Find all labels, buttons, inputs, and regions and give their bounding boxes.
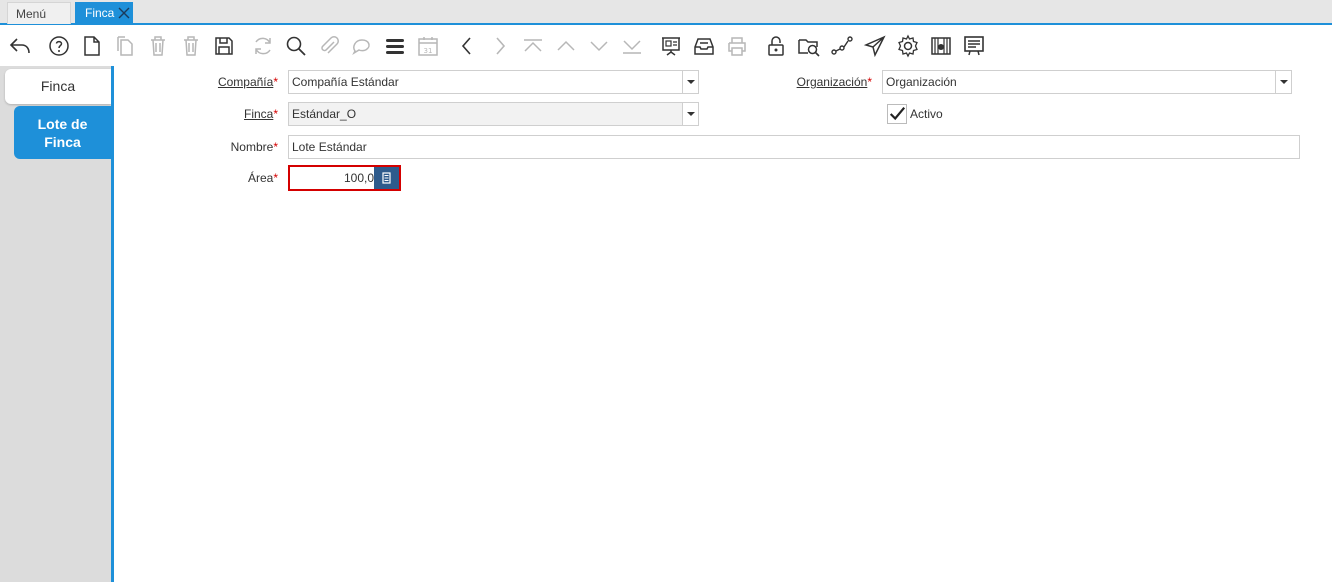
svg-text:31: 31	[424, 47, 433, 55]
required-marker: *	[273, 107, 278, 121]
tab-menu[interactable]: Menú (9)	[7, 2, 71, 43]
lock-icon[interactable]	[763, 33, 789, 59]
active-label: Activo	[910, 107, 943, 121]
delete-selection-icon[interactable]	[178, 33, 204, 59]
name-label-text: Nombre	[230, 140, 274, 154]
print-icon[interactable]	[724, 33, 750, 59]
detail-tab-panel: Finca Lote de Finca	[0, 66, 111, 582]
save-icon[interactable]	[211, 33, 237, 59]
name-value: Lote Estándar	[292, 140, 367, 154]
active-checkbox[interactable]	[887, 104, 907, 124]
required-marker: *	[867, 75, 872, 89]
area-label-text: Área	[247, 171, 274, 185]
company-field[interactable]: Compañía Estándar	[288, 70, 699, 94]
side-tab-lote-line1: Lote de	[37, 116, 88, 132]
chat-icon[interactable]	[349, 33, 375, 59]
process-icon[interactable]	[895, 33, 921, 59]
app-window: Menú (9) Finca 31	[0, 0, 1332, 582]
zoom-across-icon[interactable]	[796, 33, 822, 59]
company-label[interactable]: Compañía*	[150, 72, 278, 92]
organization-label-text: Organización	[796, 75, 868, 89]
finca-field[interactable]: Estándar_O	[288, 102, 699, 126]
required-marker: *	[273, 140, 278, 154]
refresh-icon[interactable]	[250, 33, 276, 59]
chevron-down-icon[interactable]	[682, 71, 698, 93]
first-record-icon[interactable]	[520, 33, 546, 59]
parent-record-icon[interactable]	[553, 33, 579, 59]
side-tab-lote-de-finca[interactable]: Lote de Finca	[14, 106, 111, 159]
detail-record-icon[interactable]	[586, 33, 612, 59]
new-record-icon[interactable]	[79, 33, 105, 59]
tab-finca[interactable]: Finca	[75, 2, 133, 24]
finca-label[interactable]: Finca*	[150, 104, 278, 124]
workflow-icon[interactable]	[829, 33, 855, 59]
archive-icon[interactable]	[691, 33, 717, 59]
report-icon[interactable]	[658, 33, 684, 59]
company-label-text: Compañía	[217, 75, 274, 89]
area-value: 100,0	[343, 171, 374, 185]
finca-label-text: Finca	[243, 107, 274, 121]
send-icon[interactable]	[862, 33, 888, 59]
request-icon[interactable]	[928, 33, 954, 59]
delete-icon[interactable]	[145, 33, 171, 59]
product-info-icon[interactable]	[961, 33, 987, 59]
calendar-icon[interactable]: 31	[415, 33, 441, 59]
side-tab-lote-line2: Finca	[44, 134, 81, 150]
calculator-button[interactable]	[374, 167, 399, 189]
tab-finca-label: Finca	[85, 6, 115, 20]
next-record-icon[interactable]	[487, 33, 513, 59]
copy-record-icon[interactable]	[112, 33, 138, 59]
attachment-icon[interactable]	[316, 33, 342, 59]
panel-divider	[111, 66, 114, 582]
undo-icon[interactable]	[7, 33, 33, 59]
name-field[interactable]: Lote Estándar	[288, 135, 1300, 159]
previous-record-icon[interactable]	[454, 33, 480, 59]
company-value: Compañía Estándar	[292, 75, 399, 89]
side-tab-finca-label: Finca	[40, 78, 76, 94]
find-icon[interactable]	[283, 33, 309, 59]
help-icon[interactable]	[46, 33, 72, 59]
required-marker: *	[273, 171, 278, 185]
finca-value: Estándar_O	[292, 107, 357, 121]
organization-label[interactable]: Organización*	[740, 72, 872, 92]
chevron-down-icon[interactable]	[1275, 71, 1291, 93]
organization-value: Organización	[886, 75, 957, 89]
close-icon[interactable]	[116, 5, 132, 21]
name-label: Nombre*	[150, 137, 278, 157]
required-marker: *	[273, 75, 278, 89]
checkmark-icon	[889, 107, 906, 121]
toolbar: 31	[0, 27, 1332, 65]
chevron-down-icon[interactable]	[682, 103, 698, 125]
side-tab-finca[interactable]: Finca	[5, 69, 111, 104]
calculator-icon	[382, 172, 391, 184]
organization-field[interactable]: Organización	[882, 70, 1292, 94]
last-record-icon[interactable]	[619, 33, 645, 59]
grid-toggle-icon[interactable]	[382, 33, 408, 59]
area-field[interactable]: 100,0	[288, 165, 401, 191]
window-tab-strip: Menú (9) Finca	[0, 0, 1332, 43]
area-label: Área*	[150, 168, 278, 188]
